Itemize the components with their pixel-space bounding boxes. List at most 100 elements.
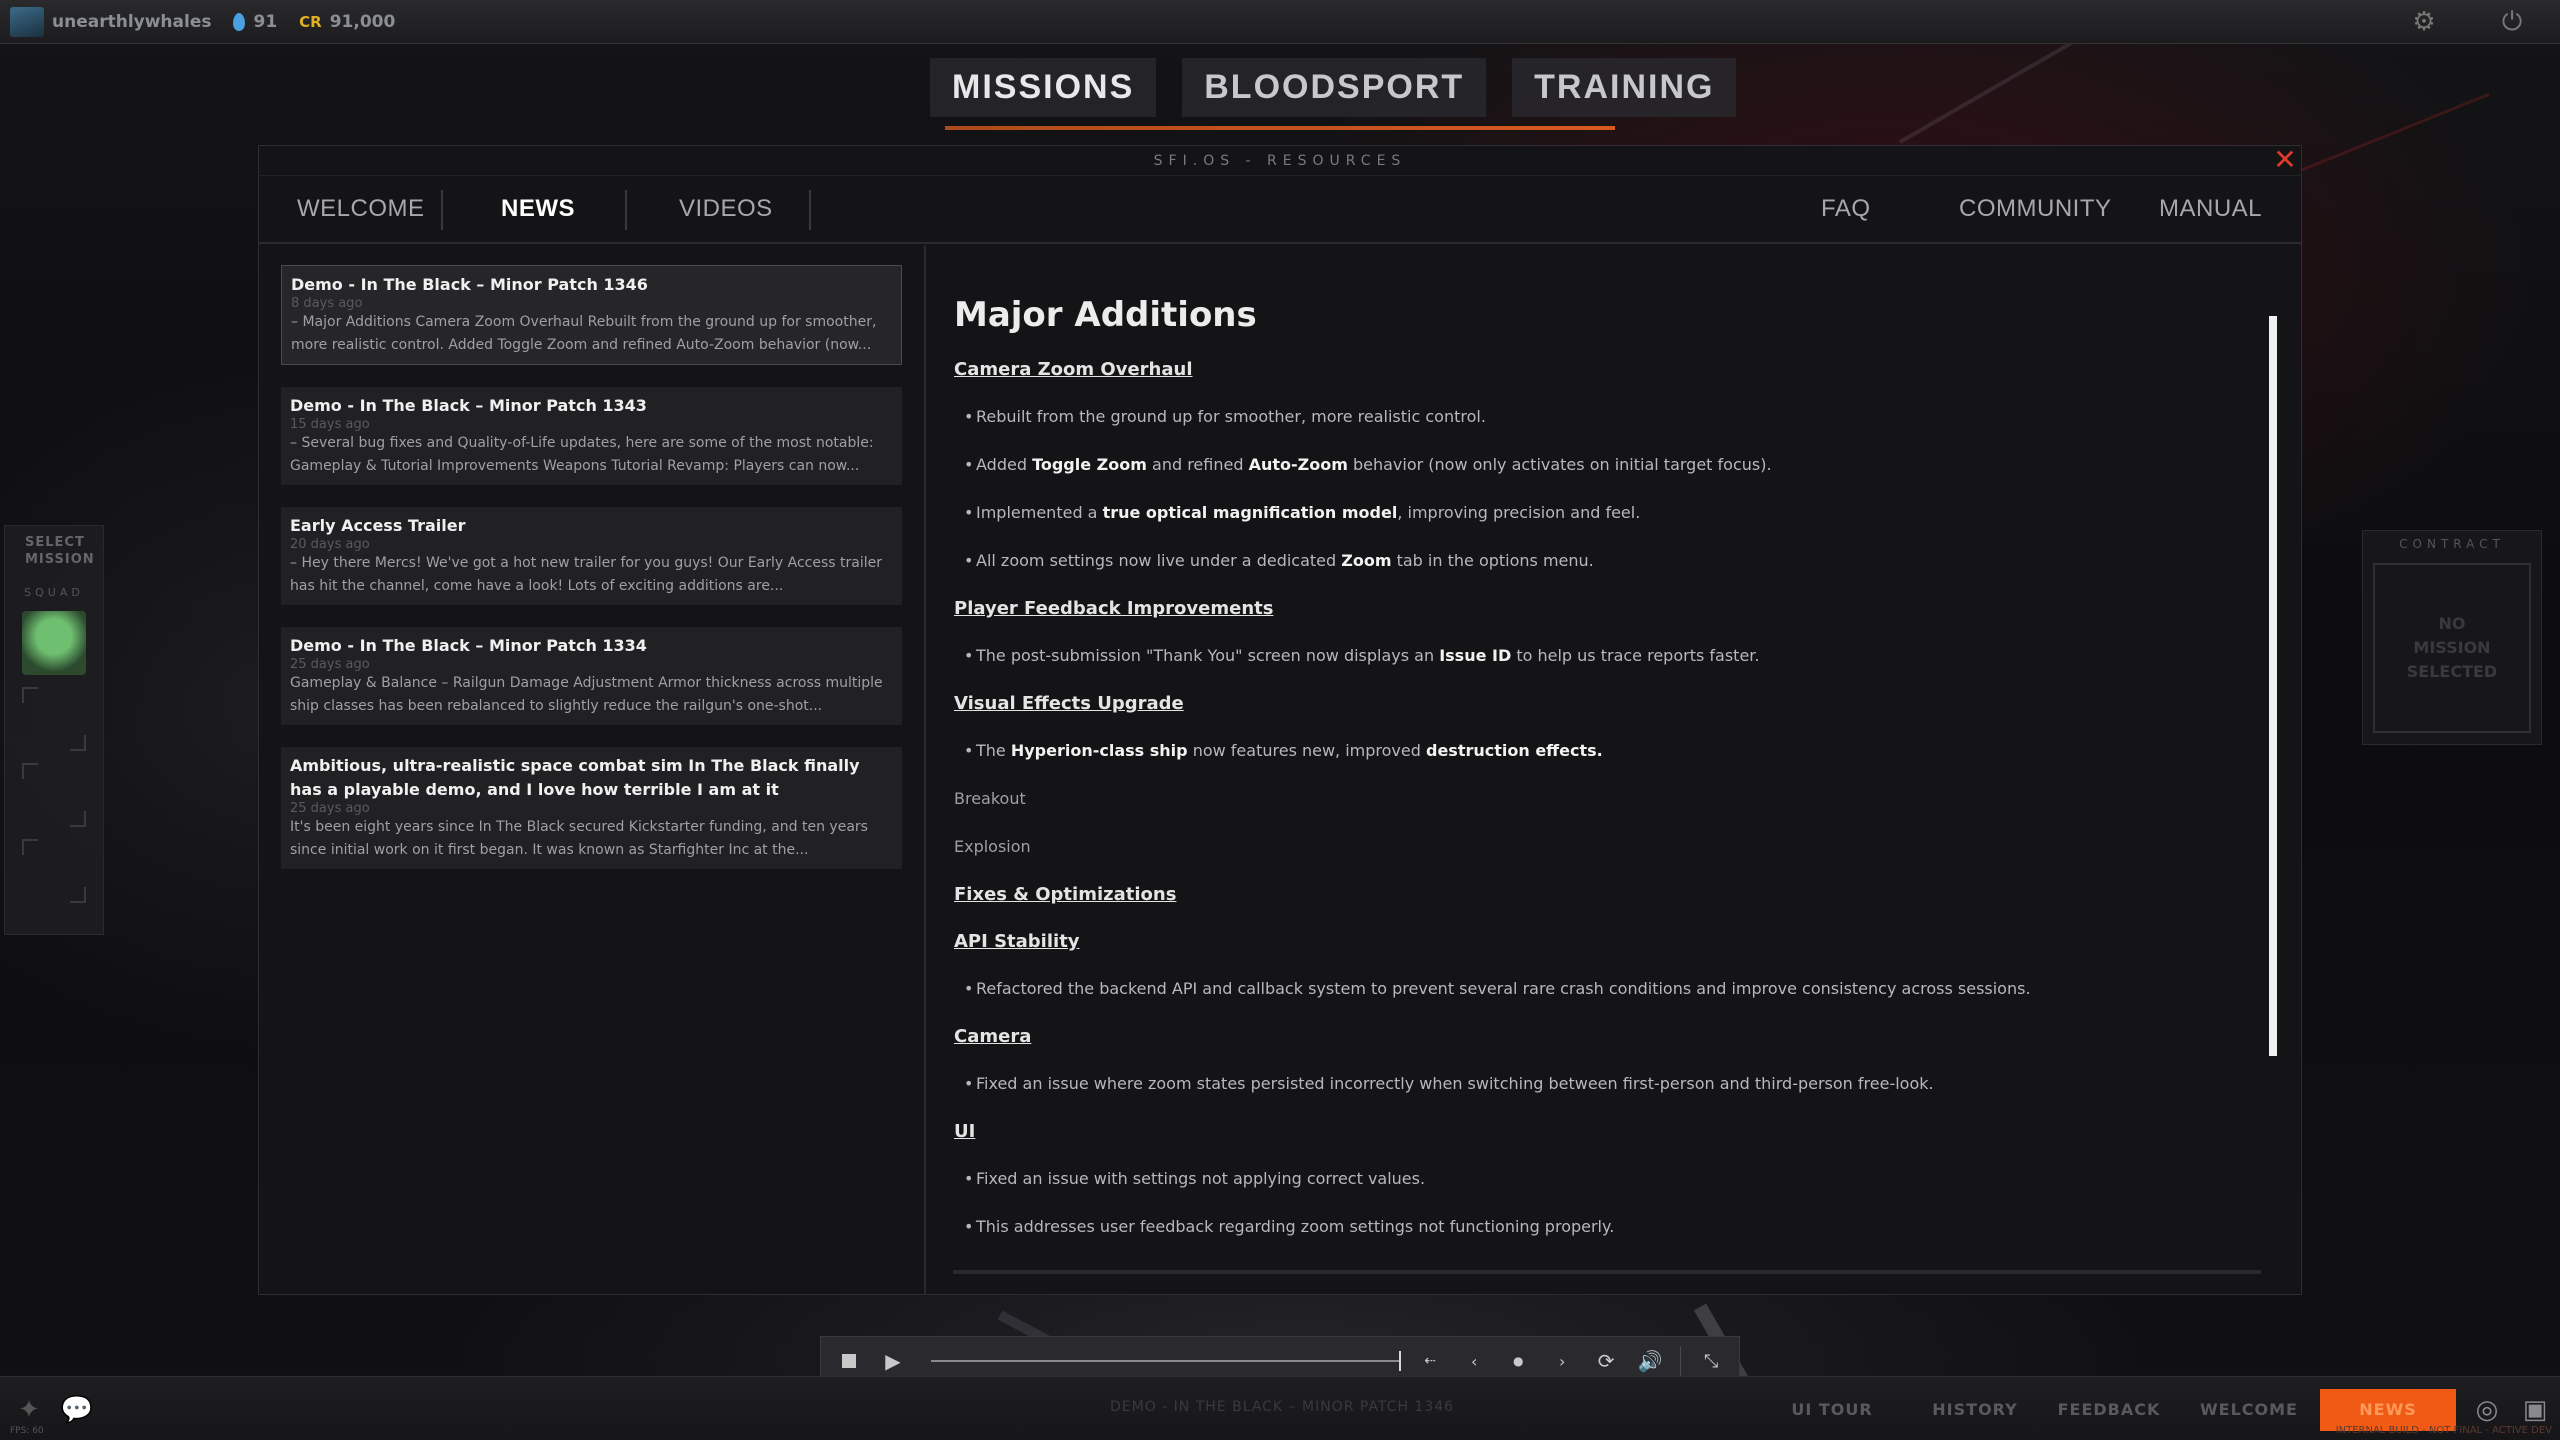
tab-videos[interactable]: VIDEOS xyxy=(679,176,773,242)
article-horizontal-scrollbar[interactable] xyxy=(953,1270,2261,1274)
bullet: Implemented a true optical magnification… xyxy=(954,500,2241,526)
news-list: Demo - In The Black – Minor Patch 1346 8… xyxy=(259,245,926,1295)
droplet-icon xyxy=(233,12,246,31)
news-article: Major Additions Camera Zoom Overhaul Reb… xyxy=(928,245,2301,1295)
previous-icon[interactable]: ‹ xyxy=(1460,1347,1488,1375)
nav-divider xyxy=(441,190,443,230)
squad-slot[interactable] xyxy=(22,839,86,903)
video-progress-handle[interactable] xyxy=(1398,1351,1401,1371)
tab-bloodsport[interactable]: BLOODSPORT xyxy=(1182,58,1487,117)
news-title: Demo - In The Black – Minor Patch 1346 xyxy=(291,275,648,294)
stop-icon[interactable] xyxy=(835,1347,863,1375)
power-icon[interactable]: ⏻ xyxy=(2496,6,2528,38)
tab-welcome[interactable]: WELCOME xyxy=(297,176,425,242)
discord-icon[interactable]: ▣ xyxy=(2518,1393,2552,1427)
top-bar: unearthlywhales 91 CR 91,000 ⚙ ⏻ xyxy=(0,0,2560,44)
bottom-bar: ✦ 💬 DEMO - IN THE BLACK – MINOR PATCH 13… xyxy=(0,1376,2560,1440)
squad-avatar[interactable] xyxy=(22,611,86,675)
tab-training[interactable]: TRAINING xyxy=(1512,58,1737,117)
news-date: 8 days ago xyxy=(291,296,363,311)
chat-icon[interactable]: 💬 xyxy=(60,1393,94,1427)
welcome-button[interactable]: WELCOME xyxy=(2194,1389,2304,1431)
now-playing-caption: DEMO - IN THE BLACK – MINOR PATCH 1346 xyxy=(1110,1399,1455,1415)
tab-faq[interactable]: FAQ xyxy=(1821,176,1871,242)
news-snippet: – Several bug fixes and Quality-of-Life … xyxy=(290,435,874,474)
close-icon[interactable]: ✕ xyxy=(2271,146,2299,176)
section-fixes[interactable]: Fixes & Optimizations xyxy=(954,882,2241,907)
drops-counter: 91 xyxy=(233,12,277,32)
next-icon[interactable]: › xyxy=(1548,1347,1576,1375)
build-label: INTERNAL BUILD - NOT FINAL - ACTIVE DEV xyxy=(2335,1425,2552,1436)
left-sidebar: SELECT MISSION SQUAD xyxy=(4,525,104,935)
fps-counter: FPS: 60 xyxy=(10,1426,44,1436)
bullet: All zoom settings now live under a dedic… xyxy=(954,548,2241,574)
news-title: Early Access Trailer xyxy=(290,516,466,535)
news-item[interactable]: Demo - In The Black – Minor Patch 1346 8… xyxy=(281,265,902,365)
bullet: Fixed an issue where zoom states persist… xyxy=(954,1071,2241,1097)
contract-panel: CONTRACT NO MISSION SELECTED xyxy=(2362,530,2542,745)
squad-slot[interactable] xyxy=(22,763,86,827)
bullet: The post-submission "Thank You" screen n… xyxy=(954,643,2241,669)
contract-title: CONTRACT xyxy=(2399,537,2505,551)
section-visual-effects[interactable]: Visual Effects Upgrade xyxy=(954,691,2241,716)
section-api-stability[interactable]: API Stability xyxy=(954,929,2241,954)
contract-empty: NO MISSION SELECTED xyxy=(2373,563,2531,733)
settings-gear-icon[interactable]: ⚙ xyxy=(2408,6,2440,38)
news-item[interactable]: Demo - In The Black – Minor Patch 1343 1… xyxy=(281,387,902,485)
credits-counter: CR 91,000 xyxy=(299,12,395,32)
loop-icon[interactable]: ⟳ xyxy=(1592,1347,1620,1375)
news-title: Ambitious, ultra-realistic space combat … xyxy=(290,756,860,799)
nav-divider xyxy=(625,190,627,230)
bullet: Added Toggle Zoom and refined Auto-Zoom … xyxy=(954,452,2241,478)
history-button[interactable]: HISTORY xyxy=(1920,1389,2030,1431)
compass-icon[interactable]: ✦ xyxy=(12,1393,46,1427)
select-mission-label[interactable]: SELECT MISSION xyxy=(5,534,103,568)
mode-tabs: MISSIONS BLOODSPORT TRAINING xyxy=(930,58,1737,117)
bullet: Refactored the backend API and callback … xyxy=(954,976,2241,1002)
article-scrollbar[interactable] xyxy=(2269,316,2277,1056)
dot-icon[interactable]: ● xyxy=(1504,1347,1532,1375)
section-camera[interactable]: Camera xyxy=(954,1024,2241,1049)
section-ui[interactable]: UI xyxy=(954,1119,2241,1144)
tab-missions[interactable]: MISSIONS xyxy=(930,58,1157,117)
section-player-feedback[interactable]: Player Feedback Improvements xyxy=(954,596,2241,621)
bullet: This addresses user feedback regarding z… xyxy=(954,1214,2241,1240)
playback-speed-icon[interactable]: ⇠ xyxy=(1416,1347,1444,1375)
resources-modal: SFI.OS - RESOURCES ✕ WELCOME NEWS VIDEOS… xyxy=(258,145,2302,1295)
username: unearthlywhales xyxy=(52,11,212,32)
collapse-icon[interactable]: ⤡ xyxy=(1697,1347,1725,1375)
tab-manual[interactable]: MANUAL xyxy=(2159,176,2262,242)
section-camera-zoom-overhaul[interactable]: Camera Zoom Overhaul xyxy=(954,357,2241,382)
news-item[interactable]: Early Access Trailer 20 days ago – Hey t… xyxy=(281,507,902,605)
play-icon[interactable]: ▶ xyxy=(879,1347,907,1375)
video-progress[interactable] xyxy=(930,1351,1401,1371)
news-snippet: – Hey there Mercs! We've got a hot new t… xyxy=(290,555,882,594)
news-date: 25 days ago xyxy=(290,801,370,816)
bullet: Rebuilt from the ground up for smoother,… xyxy=(954,404,2241,430)
media-caption-explosion: Explosion xyxy=(954,837,1031,856)
modal-titlebar: SFI.OS - RESOURCES ✕ xyxy=(259,146,2301,176)
news-title: Demo - In The Black – Minor Patch 1343 xyxy=(290,396,647,415)
news-item[interactable]: Ambitious, ultra-realistic space combat … xyxy=(281,747,902,869)
credits-label: CR xyxy=(299,12,322,31)
drops-value: 91 xyxy=(253,11,278,32)
news-title: Demo - In The Black – Minor Patch 1334 xyxy=(290,636,647,655)
ui-tour-button[interactable]: UI TOUR xyxy=(1782,1389,1882,1431)
bullet: The Hyperion-class ship now features new… xyxy=(954,738,2241,764)
profile[interactable]: unearthlywhales xyxy=(10,6,212,37)
media-caption-breakout: Breakout xyxy=(954,789,1026,808)
volume-icon[interactable]: 🔊 xyxy=(1636,1347,1664,1375)
feedback-button[interactable]: FEEDBACK xyxy=(2054,1389,2164,1431)
tab-news[interactable]: NEWS xyxy=(501,176,575,242)
nav-divider xyxy=(809,190,811,230)
modal-nav: WELCOME NEWS VIDEOS FAQ COMMUNITY MANUAL xyxy=(259,176,2301,244)
squad-slot[interactable] xyxy=(22,687,86,751)
squad-label: SQUAD xyxy=(24,586,84,599)
news-date: 25 days ago xyxy=(290,657,370,672)
avatar xyxy=(10,6,44,37)
news-item[interactable]: Demo - In The Black – Minor Patch 1334 2… xyxy=(281,627,902,725)
tab-community[interactable]: COMMUNITY xyxy=(1959,176,2111,242)
steam-icon[interactable]: ◎ xyxy=(2470,1393,2504,1427)
news-date: 15 days ago xyxy=(290,417,370,432)
mode-tab-underline xyxy=(945,126,1615,130)
